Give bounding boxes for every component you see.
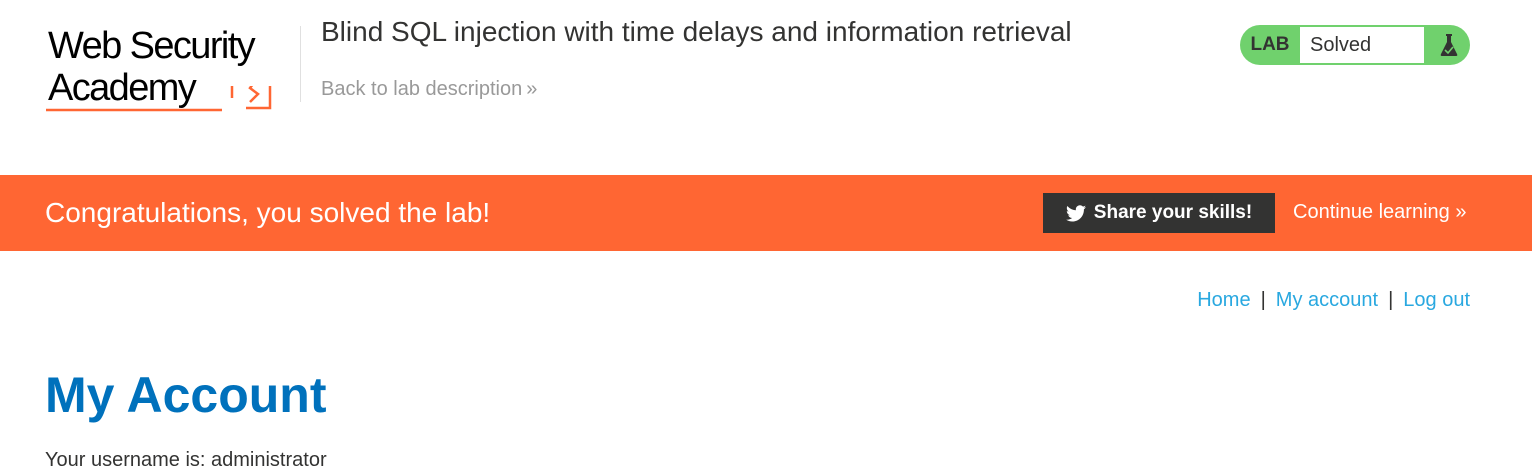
twitter-icon xyxy=(1065,204,1086,221)
back-to-lab-description-link[interactable]: Back to lab description» xyxy=(321,78,537,101)
lab-status-label: LAB xyxy=(1250,34,1290,55)
account-nav: Home | My account | Log out xyxy=(1197,289,1470,312)
lab-title: Blind SQL injection with time delays and… xyxy=(321,16,1072,47)
continue-learning-link[interactable]: Continue learning » xyxy=(1293,201,1466,224)
nav-separator: | xyxy=(1260,289,1266,311)
logo-mark-icon xyxy=(46,86,272,112)
logo-divider xyxy=(300,26,301,102)
username-text: Your username is: administrator xyxy=(45,449,327,471)
double-chevron-right-icon: » xyxy=(526,78,538,100)
back-link-label: Back to lab description xyxy=(321,78,523,100)
header: Web Security Academy Blind SQL injection… xyxy=(0,0,1532,175)
nav-my-account-link[interactable]: My account xyxy=(1276,289,1378,311)
share-button-label: Share your skills! xyxy=(1093,202,1253,223)
double-chevron-right-icon: » xyxy=(1455,201,1467,223)
congratulations-message: Congratulations, you solved the lab! xyxy=(45,197,491,228)
lab-status-value: Solved xyxy=(1300,27,1424,63)
nav-log-out-link[interactable]: Log out xyxy=(1403,289,1470,311)
page-title: My Account xyxy=(45,367,327,423)
nav-home-link[interactable]: Home xyxy=(1197,289,1250,311)
nav-separator: | xyxy=(1388,289,1394,311)
logo-line1: Web Security xyxy=(48,25,256,67)
flask-icon xyxy=(1428,25,1470,65)
lab-status-badge: LAB Solved xyxy=(1240,25,1470,65)
share-your-skills-button[interactable]: Share your skills! xyxy=(1043,193,1275,233)
solved-banner: Congratulations, you solved the lab! Sha… xyxy=(0,175,1532,251)
web-security-academy-logo[interactable]: Web Security Academy xyxy=(46,24,298,116)
continue-learning-label: Continue learning xyxy=(1293,201,1450,223)
